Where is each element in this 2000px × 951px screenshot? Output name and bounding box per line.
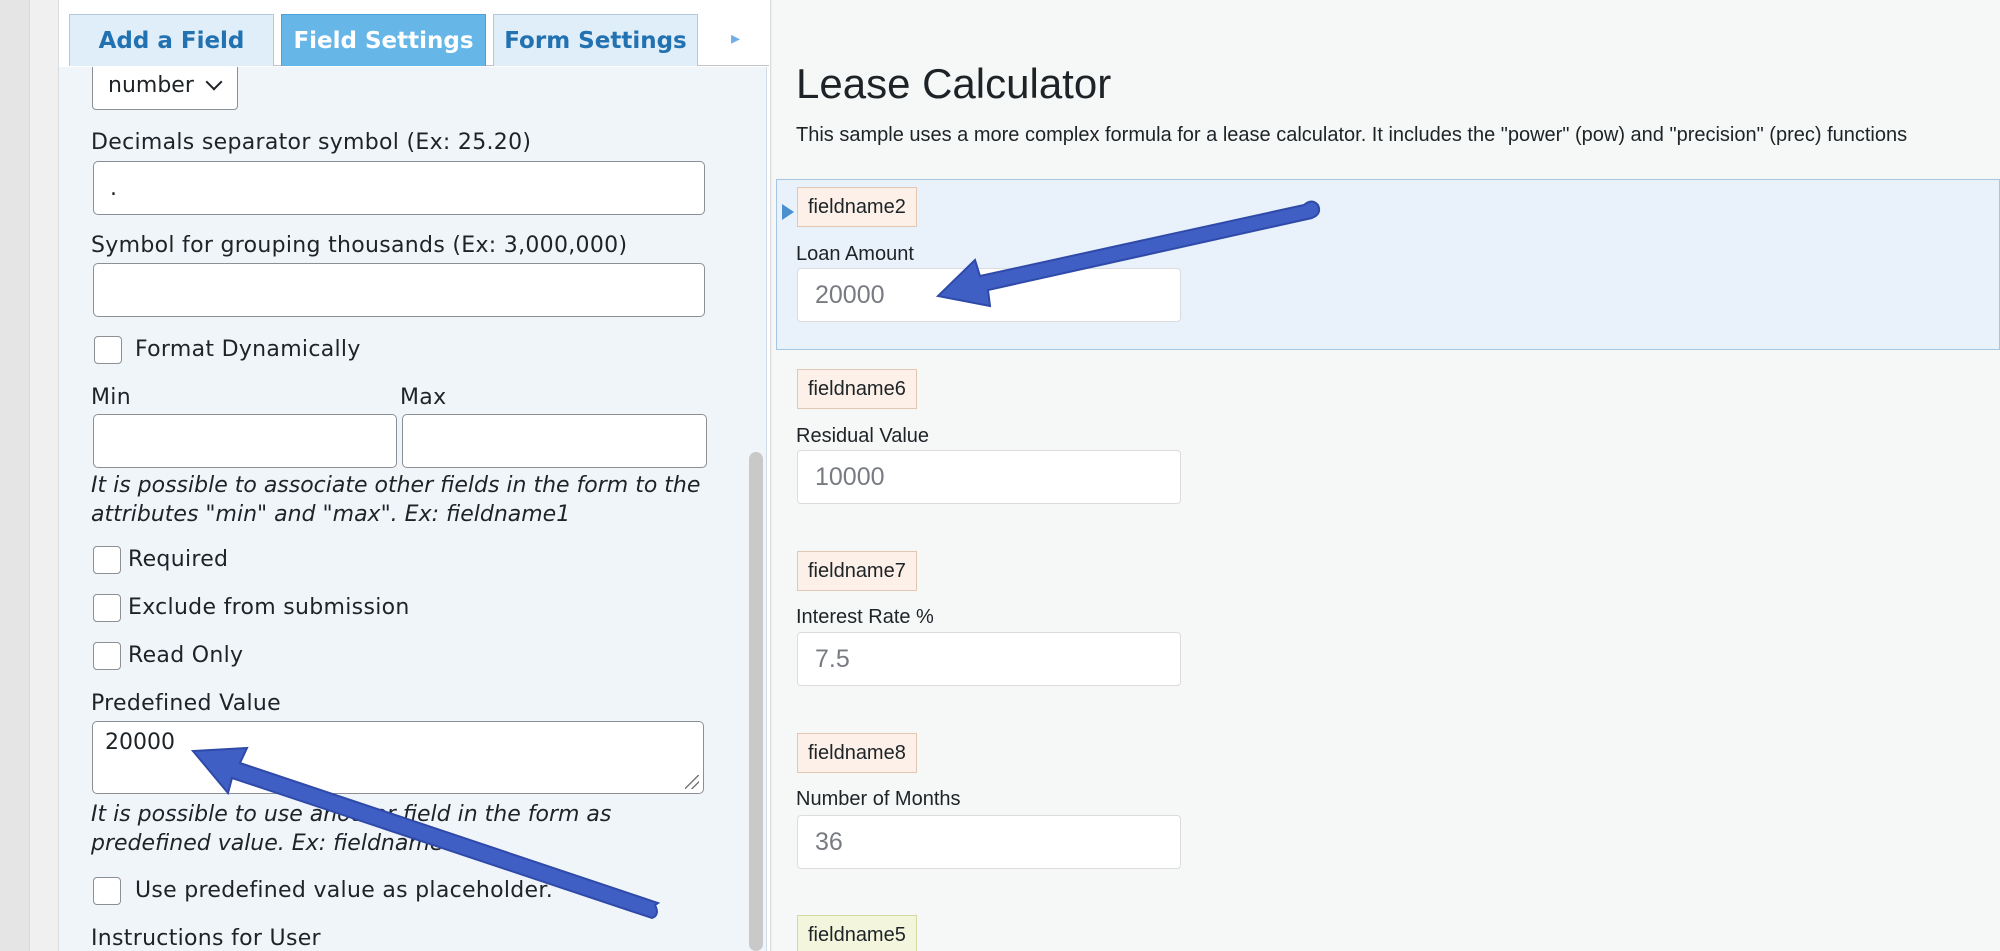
tab-field-settings[interactable]: Field Settings	[281, 14, 486, 66]
grouping-input[interactable]	[93, 263, 705, 317]
min-label: Min	[91, 385, 131, 410]
predefined-help-line1: It is possible to use another field in t…	[91, 802, 612, 827]
tab-add-field[interactable]: Add a Field	[69, 14, 274, 66]
max-label: Max	[400, 385, 447, 410]
interest-rate-input[interactable]: 7.5	[797, 632, 1181, 686]
field-name-tag[interactable]: fieldname7	[797, 551, 917, 591]
form-title: Lease Calculator	[796, 60, 1112, 107]
tab-form-settings[interactable]: Form Settings	[493, 14, 698, 66]
number-of-months-value: 36	[815, 827, 843, 856]
use-placeholder-label: Use predefined value as placeholder.	[135, 878, 553, 903]
predefined-help-line2: predefined value. Ex: fieldname1	[91, 831, 458, 856]
format-dynamically-label: Format Dynamically	[135, 337, 361, 362]
residual-value-value: 10000	[815, 462, 885, 491]
loan-amount-input[interactable]: 20000	[797, 268, 1181, 322]
form-description: This sample uses a more complex formula …	[796, 124, 1908, 146]
selected-field-highlight[interactable]	[776, 179, 2000, 350]
decimals-input[interactable]: .	[93, 161, 705, 215]
read-only-label: Read Only	[128, 643, 244, 668]
triangle-right-icon[interactable]: ▸	[731, 28, 740, 49]
field-name-tag[interactable]: fieldname6	[797, 369, 917, 409]
required-label: Required	[128, 547, 229, 572]
chevron-down-icon	[205, 73, 223, 91]
field-name-tag[interactable]: fieldname5	[797, 915, 917, 951]
field-label: Residual Value	[796, 425, 930, 447]
panel-scrollbar[interactable]	[749, 452, 763, 951]
format-select-value: number	[108, 72, 194, 98]
builder-tabs: Add a Field Field Settings Form Settings…	[69, 14, 769, 66]
field-label: Loan Amount	[796, 243, 914, 265]
field-label: Interest Rate %	[796, 606, 934, 628]
interest-rate-value: 7.5	[815, 644, 850, 673]
decimals-label: Decimals separator symbol (Ex: 25.20)	[91, 130, 532, 155]
admin-sidebar-edge	[0, 0, 30, 951]
field-label: Number of Months	[796, 788, 961, 810]
predefined-label: Predefined Value	[91, 691, 281, 716]
format-dynamically-checkbox[interactable]	[94, 336, 122, 364]
loan-amount-value: 20000	[815, 280, 885, 309]
resize-handle-icon[interactable]	[685, 775, 699, 789]
decimals-input-value: .	[110, 175, 117, 201]
min-input[interactable]	[93, 414, 397, 468]
format-select[interactable]: number	[92, 67, 238, 110]
field-name-tag[interactable]: fieldname2	[797, 187, 917, 227]
form-builder-editor: Add a Field Field Settings Form Settings…	[58, 0, 771, 951]
minmax-help-line2: attributes "min" and "max". Ex: fieldnam…	[91, 502, 571, 527]
use-placeholder-checkbox[interactable]	[93, 877, 121, 905]
field-settings-panel: number Decimals separator symbol (Ex: 25…	[59, 67, 767, 951]
max-input[interactable]	[402, 414, 707, 468]
exclude-checkbox[interactable]	[93, 594, 121, 622]
instructions-label: Instructions for User	[91, 926, 321, 951]
selected-marker-icon	[782, 204, 794, 220]
exclude-label: Exclude from submission	[128, 595, 410, 620]
grouping-label: Symbol for grouping thousands (Ex: 3,000…	[91, 233, 628, 258]
predefined-textarea[interactable]: 20000	[92, 721, 704, 794]
minmax-help-line1: It is possible to associate other fields…	[91, 473, 701, 498]
field-name-tag[interactable]: fieldname8	[797, 733, 917, 773]
residual-value-input[interactable]: 10000	[797, 450, 1181, 504]
read-only-checkbox[interactable]	[93, 642, 121, 670]
number-of-months-input[interactable]: 36	[797, 815, 1181, 869]
required-checkbox[interactable]	[93, 546, 121, 574]
predefined-value: 20000	[105, 730, 175, 755]
